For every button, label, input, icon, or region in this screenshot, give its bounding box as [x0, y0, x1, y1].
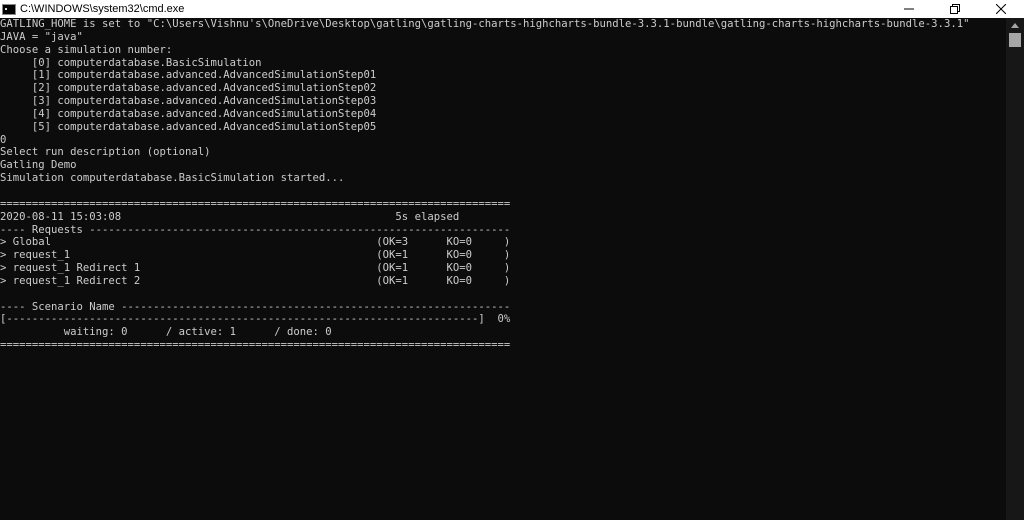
console-line: [3] computerdatabase.advanced.AdvancedSi… — [0, 95, 377, 108]
console-line: > request_1 Redirect 1 (OK=1 KO=0 ) — [0, 262, 511, 275]
scroll-thumb[interactable] — [1009, 33, 1021, 47]
scroll-up-arrow-icon — [1011, 22, 1019, 28]
title-bar[interactable]: C:\WINDOWS\system32\cmd.exe — [0, 0, 1024, 18]
console-line: waiting: 0 / active: 1 / done: 0 — [0, 326, 332, 339]
restore-icon — [950, 4, 960, 14]
console-line: JAVA = "java" — [0, 30, 83, 43]
console-line: Select run description (optional) — [0, 146, 211, 159]
console-line: GATLING_HOME is set to "C:\Users\Vishnu'… — [0, 18, 970, 30]
console-line: > request_1 Redirect 2 (OK=1 KO=0 ) — [0, 274, 511, 287]
restore-button[interactable] — [932, 0, 978, 18]
console-line: [0] computerdatabase.BasicSimulation — [0, 56, 262, 69]
console-output[interactable]: GATLING_HOME is set to "C:\Users\Vishnu'… — [0, 18, 1006, 520]
window-controls — [886, 0, 1024, 18]
console-line: > request_1 (OK=1 KO=0 ) — [0, 249, 511, 262]
console-line: [2] computerdatabase.advanced.AdvancedSi… — [0, 82, 377, 95]
console-line: Gatling Demo — [0, 159, 77, 172]
console-line: Simulation computerdatabase.BasicSimulat… — [0, 172, 345, 185]
console-line: [---------------------------------------… — [0, 313, 511, 326]
close-icon — [996, 4, 1006, 14]
minimize-button[interactable] — [886, 0, 932, 18]
window-title: C:\WINDOWS\system32\cmd.exe — [20, 3, 185, 15]
cmd-icon[interactable] — [2, 3, 16, 15]
console-line: > Global (OK=3 KO=0 ) — [0, 236, 511, 249]
console-line: Choose a simulation number: — [0, 43, 173, 56]
scroll-up-button[interactable] — [1006, 18, 1024, 32]
console-line: ---- Requests --------------------------… — [0, 223, 511, 236]
console-line: [1] computerdatabase.advanced.AdvancedSi… — [0, 69, 377, 82]
cmd-window: C:\WINDOWS\system32\cmd.exe GATLING_HOME… — [0, 0, 1024, 520]
console-line: 0 — [0, 133, 7, 146]
console-line: ========================================… — [0, 339, 511, 352]
console-line: [5] computerdatabase.advanced.AdvancedSi… — [0, 120, 377, 133]
console-lines: GATLING_HOME is set to "C:\Users\Vishnu'… — [0, 18, 1006, 352]
vertical-scrollbar[interactable] — [1006, 18, 1024, 520]
console-line: ---- Scenario Name ---------------------… — [0, 300, 511, 313]
console-line: [4] computerdatabase.advanced.AdvancedSi… — [0, 107, 377, 120]
minimize-icon — [904, 8, 914, 10]
close-button[interactable] — [978, 0, 1024, 18]
console-line: ========================================… — [0, 197, 511, 210]
console-line: 2020-08-11 15:03:08 5s elapsed — [0, 210, 460, 223]
